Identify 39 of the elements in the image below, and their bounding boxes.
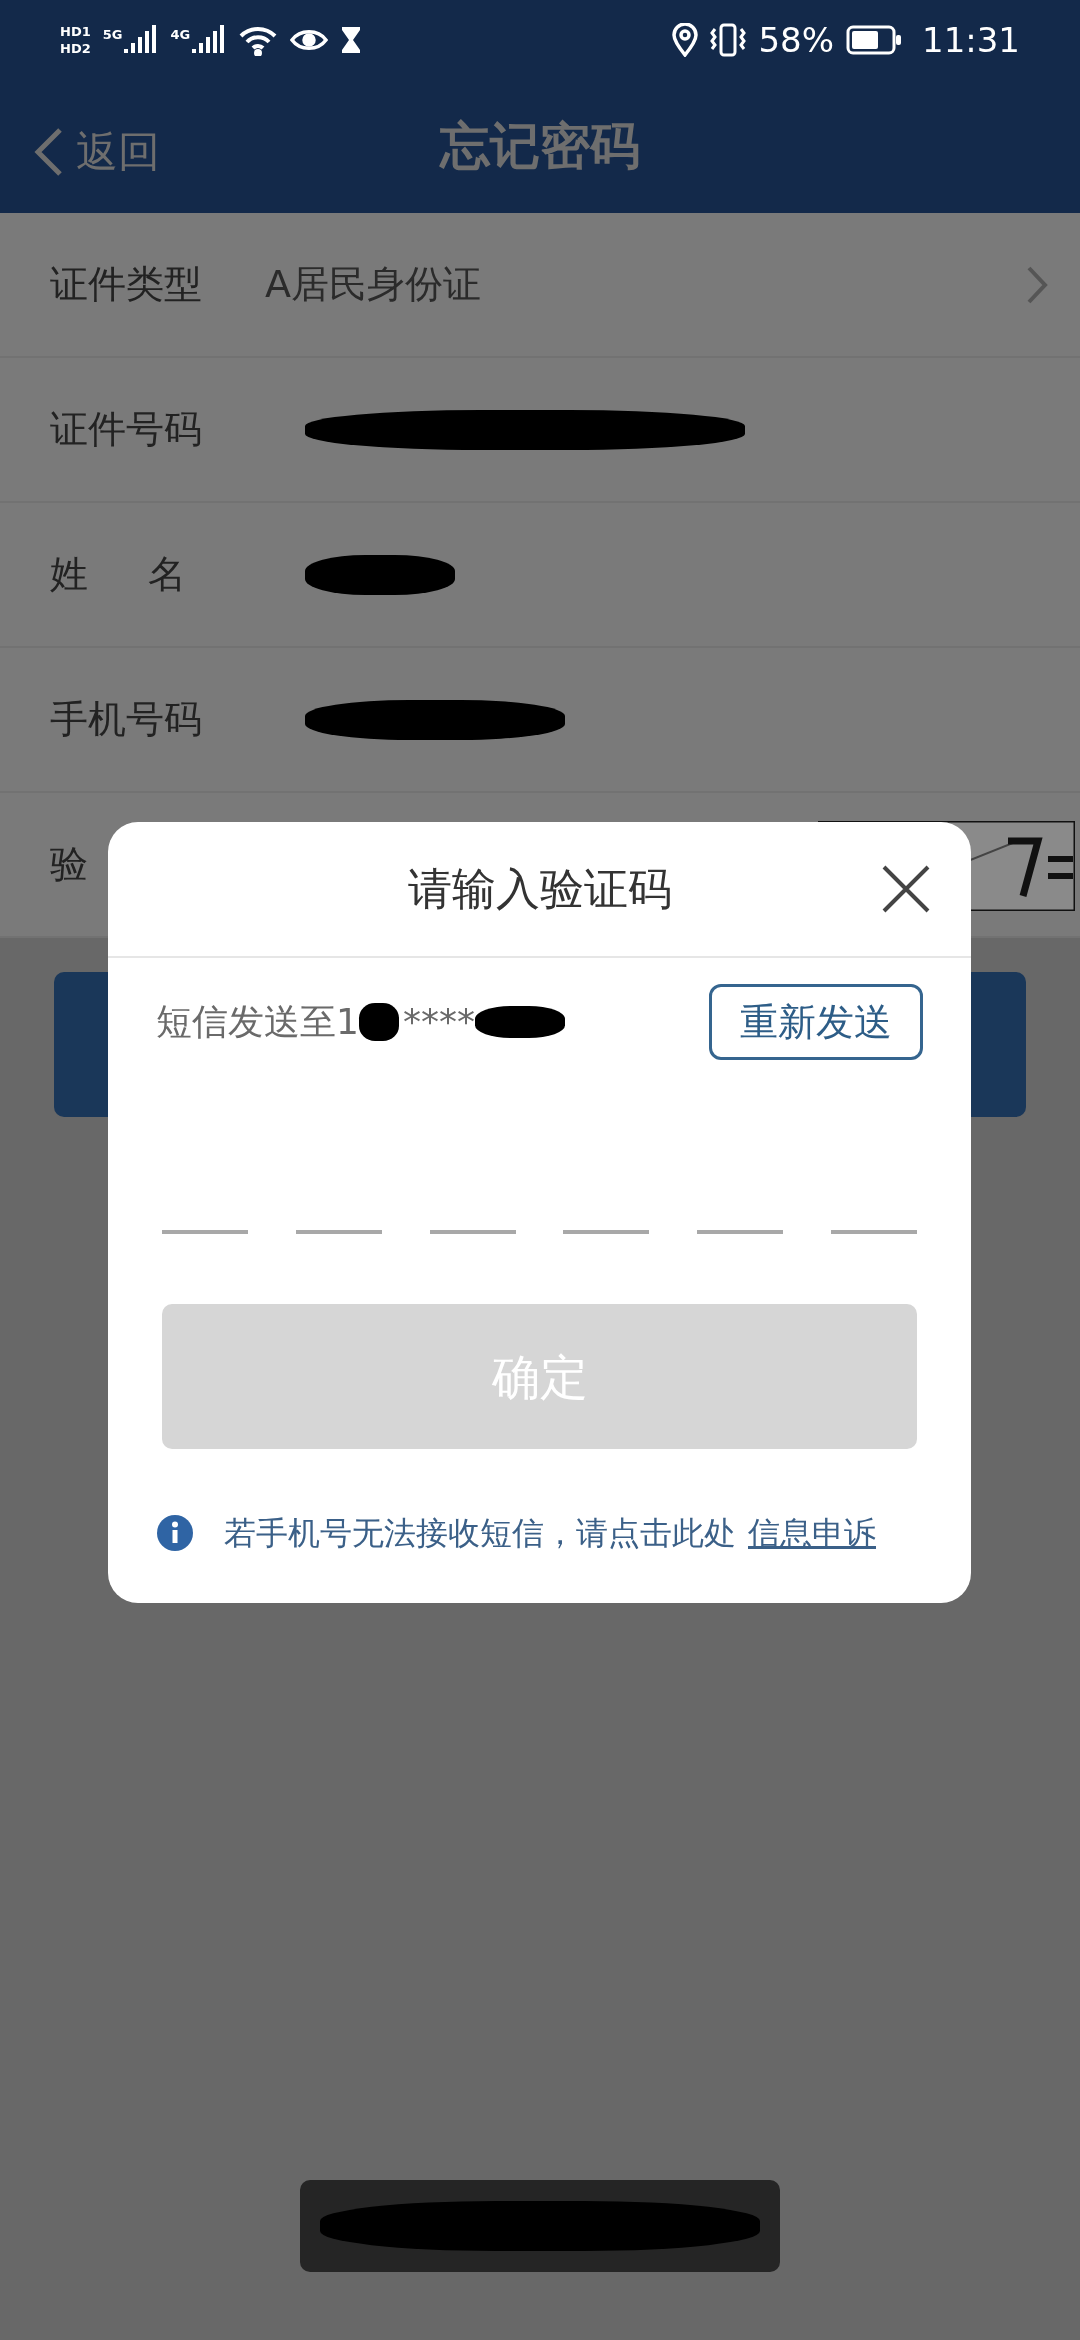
help-text: 若手机号无法接收短信，请点击此处 (224, 1513, 736, 1554)
info-icon (156, 1514, 194, 1552)
sim-label: HD1 (60, 25, 91, 38)
eye-icon (290, 27, 329, 53)
chevron-right-icon (1026, 264, 1048, 305)
code-digit-slot[interactable] (295, 1230, 382, 1234)
dialog-title: 请输入验证码 (407, 862, 672, 916)
field-label: 姓 名 (50, 551, 188, 598)
page-title: 忘记密码 (440, 116, 640, 177)
battery-percent: 58% (758, 18, 834, 62)
code-digit-slot[interactable] (563, 1230, 650, 1234)
code-digit-slot[interactable] (697, 1230, 784, 1234)
sms-sent-text: 短信发送至1 (156, 1000, 359, 1044)
masked-digits: **** (402, 1000, 475, 1044)
field-label: 验 (50, 841, 89, 888)
battery-icon (846, 25, 902, 55)
location-icon (672, 23, 699, 57)
chevron-left-icon (34, 126, 64, 177)
network-type: 4G (170, 26, 191, 44)
redaction-mark (358, 1003, 399, 1041)
code-digit-slot[interactable] (429, 1230, 516, 1234)
code-digit-slot[interactable] (831, 1230, 917, 1234)
field-label: 手机号码 (50, 696, 203, 743)
field-label: 证件类型 (50, 261, 203, 308)
wifi-icon (238, 24, 279, 56)
signal-icon (124, 25, 159, 55)
signal-icon (192, 25, 227, 55)
field-label: 证件号码 (50, 406, 203, 453)
network-type: 5G (102, 26, 123, 44)
close-button[interactable] (881, 864, 931, 914)
resend-button[interactable]: 重新发送 (709, 984, 923, 1060)
appeal-link[interactable]: 信息申诉 (748, 1509, 876, 1557)
vibrate-icon (710, 23, 747, 57)
code-digit-slot[interactable] (162, 1230, 248, 1234)
hourglass-icon (340, 25, 363, 55)
field-value: A居民身份证 (265, 261, 482, 308)
clock: 11:31 (922, 18, 1020, 62)
sim-label: HD2 (60, 42, 91, 55)
close-icon (881, 864, 931, 914)
